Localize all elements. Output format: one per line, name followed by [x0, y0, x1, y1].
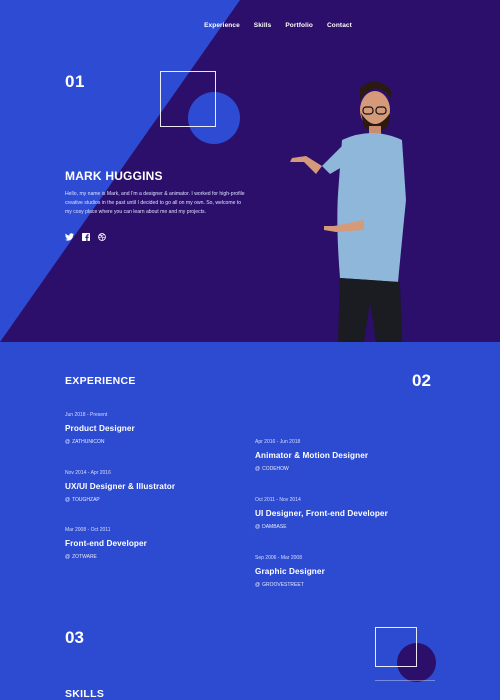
at-icon: @	[65, 439, 71, 445]
hero-name: MARK HUGGINS	[65, 169, 163, 183]
job-company: @ DAMBASE	[255, 524, 287, 530]
job-entry: Apr 2016 - Jun 2018 Animator & Motion De…	[255, 439, 368, 472]
job-role: UI Designer, Front-end Developer	[255, 509, 388, 518]
job-dates: Mar 2008 - Oct 2011	[65, 527, 111, 533]
social-links	[65, 232, 106, 241]
hero-section: Experience Skills Portfolio Contact 01 M…	[0, 0, 500, 342]
job-company: @ TOUGHZAP	[65, 497, 100, 503]
job-entry: Sep 2006 - Mar 2008 Graphic Designer @ GR…	[255, 555, 325, 588]
section-number: 02	[412, 371, 431, 390]
profile-photo	[290, 81, 406, 342]
job-dates: Apr 2016 - Jun 2018	[255, 439, 301, 445]
job-role: Graphic Designer	[255, 567, 325, 576]
nav-link-experience[interactable]: Experience	[204, 22, 240, 29]
job-entry: Mar 2008 - Oct 2011 Front-end Developer …	[65, 527, 147, 560]
job-company: @ GROOVESTREET	[255, 582, 304, 588]
job-company: @ ZATHUNICON	[65, 439, 105, 445]
job-role: Front-end Developer	[65, 539, 147, 548]
decorative-square	[375, 627, 417, 667]
job-dates: Jun 2018 - Present	[65, 412, 108, 418]
job-entry: Jun 2018 - Present Product Designer @ ZAT…	[65, 412, 135, 445]
job-role: Product Designer	[65, 424, 135, 433]
job-role: Animator & Motion Designer	[255, 451, 369, 460]
section-number: 01	[65, 72, 85, 91]
job-entry: Nov 2014 - Apr 2016 UX/UI Designer & Ill…	[65, 470, 175, 503]
nav-link-portfolio[interactable]: Portfolio	[285, 22, 313, 29]
decorative-square	[160, 71, 216, 127]
skills-title: SKILLS	[65, 688, 105, 700]
divider	[375, 680, 435, 681]
at-icon: @	[65, 497, 71, 503]
portfolio-page: Experience Skills Portfolio Contact 01 M…	[0, 0, 500, 700]
dribbble-icon[interactable]	[97, 232, 106, 241]
top-nav: Experience Skills Portfolio Contact	[0, 22, 500, 29]
hero-bio: Hello, my name is Mark, and I'm a design…	[65, 191, 245, 215]
job-dates: Sep 2006 - Mar 2008	[255, 555, 302, 561]
job-entry: Oct 2011 - Nov 2014 UI Designer, Front-e…	[255, 497, 388, 530]
job-company: @ ZOTWARE	[65, 554, 97, 560]
facebook-icon[interactable]	[81, 232, 90, 241]
twitter-icon[interactable]	[65, 232, 74, 241]
at-icon: @	[255, 466, 261, 472]
job-company: @ CODEHOW	[255, 466, 289, 472]
at-icon: @	[255, 524, 261, 530]
job-dates: Oct 2011 - Nov 2014	[255, 497, 301, 503]
experience-title: EXPERIENCE	[65, 375, 136, 387]
job-role: UX/UI Designer & Illustrator	[65, 482, 176, 491]
at-icon: @	[65, 554, 71, 560]
nav-link-contact[interactable]: Contact	[327, 22, 352, 29]
job-dates: Nov 2014 - Apr 2016	[65, 470, 111, 476]
nav-link-skills[interactable]: Skills	[254, 22, 272, 29]
at-icon: @	[255, 582, 261, 588]
section-number: 03	[65, 628, 84, 647]
